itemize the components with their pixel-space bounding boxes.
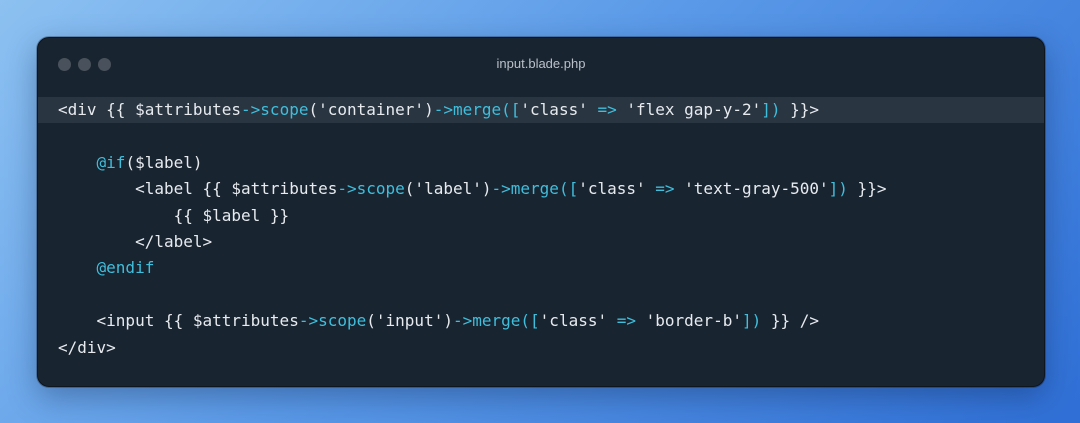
code-token: ($label) [125, 152, 203, 172]
code-token: scope [356, 179, 405, 199]
code-token: scope [318, 311, 367, 331]
code-line: <label {{ $attributes->scope('label')->m… [38, 176, 1044, 202]
code-token: 'class' [539, 311, 617, 331]
code-line: </label> [38, 229, 1044, 255]
code-token: <div {{ $attributes [58, 100, 242, 119]
code-block: <div {{ $attributes->scope('container')-… [38, 97, 1044, 361]
code-token: @endif [96, 258, 155, 278]
code-token: 'text-gray-500' [674, 179, 829, 199]
code-token: ('label') [404, 179, 492, 199]
window-titlebar: input.blade.php [38, 38, 1044, 88]
code-token: ]) [828, 179, 848, 199]
code-token: ([ [520, 311, 540, 331]
code-token: merge [472, 311, 521, 331]
code-token: ('container') [308, 100, 434, 119]
code-line: </div> [38, 335, 1044, 361]
code-token: }}> [780, 100, 820, 119]
code-line: <input {{ $attributes->scope('input')->m… [38, 308, 1044, 334]
code-token: scope [260, 100, 309, 119]
code-token: ([ [501, 100, 521, 119]
code-token: <label {{ $attributes [58, 179, 338, 199]
code-token: => [597, 100, 617, 119]
code-token: => [616, 311, 636, 331]
code-token: -> [433, 100, 453, 119]
code-token: -> [452, 311, 473, 331]
code-token: <input {{ $attributes [58, 311, 299, 331]
code-token: -> [491, 179, 511, 199]
code-token: 'border-b' [636, 311, 742, 331]
code-token: ]) [761, 100, 781, 119]
code-line: @endif [38, 255, 1044, 281]
code-line: {{ $label }} [38, 203, 1044, 229]
code-line: <div {{ $attributes->scope('container')-… [38, 97, 1044, 124]
code-token: -> [298, 311, 319, 331]
code-token: merge [452, 100, 502, 119]
code-token: 'flex gap-y-2' [616, 100, 762, 119]
code-line: ​ [38, 282, 1044, 308]
code-token: ([ [558, 179, 579, 199]
code-token: @if [96, 152, 126, 172]
code-token: 'class' [578, 179, 656, 199]
code-line: ​ [38, 123, 1044, 149]
code-token: 'class' [520, 100, 598, 119]
code-token: }}> [847, 179, 887, 199]
code-token: => [655, 179, 675, 199]
code-token: }} /> [761, 311, 820, 331]
code-token: </div> [58, 337, 116, 357]
code-token: ('input') [366, 311, 453, 331]
code-token: -> [337, 179, 357, 199]
code-token: </label> [58, 231, 213, 251]
file-name-title: input.blade.php [496, 56, 586, 71]
code-token: ]) [741, 311, 762, 331]
code-token: {{ $label }} [58, 205, 290, 225]
code-window: input.blade.php <div {{ $attributes->sco… [37, 37, 1045, 387]
code-line: @if($label) [38, 150, 1044, 176]
code-token: merge [510, 179, 559, 199]
code-token: -> [241, 100, 261, 119]
